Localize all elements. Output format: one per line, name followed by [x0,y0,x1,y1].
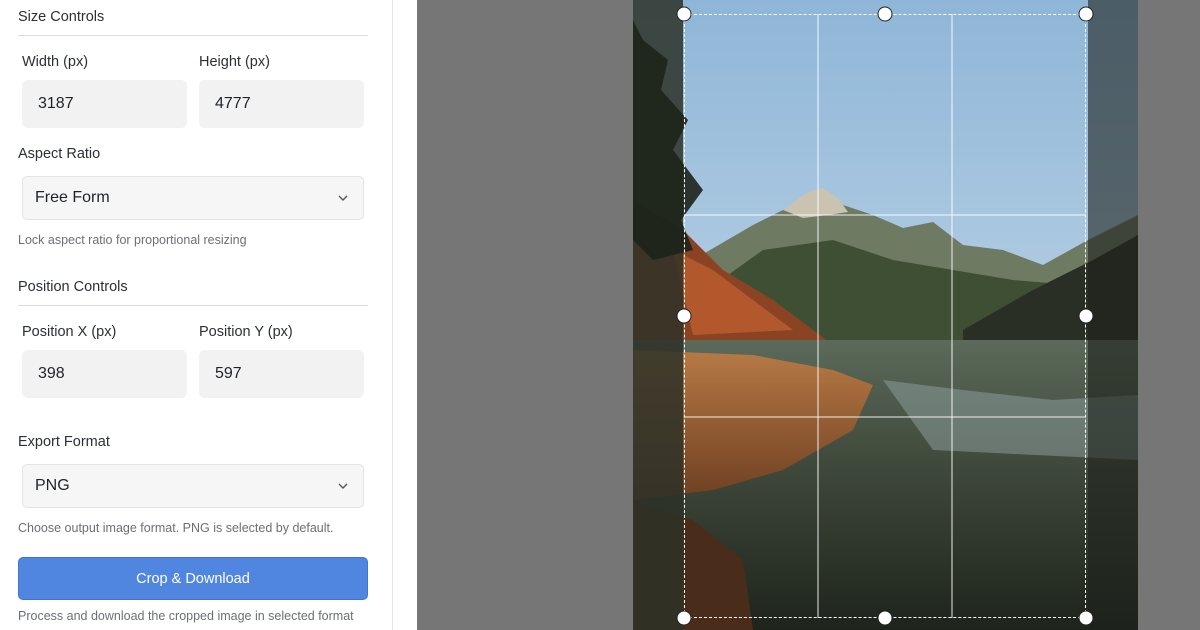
control-panel: Size Controls Width (px) Height (px) Asp… [0,0,393,630]
aspect-ratio-label: Aspect Ratio [18,146,101,162]
height-input[interactable] [199,80,364,128]
crop-selection[interactable] [683,13,1086,618]
divider [18,35,368,36]
divider [18,305,368,306]
chevron-down-icon [338,483,348,489]
crop-handle-bottom-right[interactable] [1078,610,1094,626]
position-x-input[interactable] [22,350,187,398]
crop-download-button[interactable]: Crop & Download [18,557,368,600]
height-label: Height (px) [199,54,270,70]
aspect-ratio-help: Lock aspect ratio for proportional resiz… [18,233,247,247]
crop-handle-right[interactable] [1078,308,1094,324]
image-canvas [417,0,1200,630]
crop-handle-bottom[interactable] [877,610,893,626]
export-format-help: Choose output image format. PNG is selec… [18,521,334,535]
crop-handle-top-right[interactable] [1078,6,1094,22]
position-y-label: Position Y (px) [199,324,293,340]
aspect-ratio-selected: Free Form [35,189,110,206]
position-controls-title: Position Controls [18,279,128,295]
chevron-down-icon [338,195,348,201]
crop-handle-top[interactable] [877,6,893,22]
position-x-label: Position X (px) [22,324,117,340]
width-label: Width (px) [22,54,89,70]
position-y-input[interactable] [199,350,364,398]
crop-download-help: Process and download the cropped image i… [18,609,354,623]
export-format-label: Export Format [18,434,110,450]
export-format-selected: PNG [35,477,70,494]
aspect-ratio-select[interactable]: Free Form [22,176,364,220]
crop-handle-left[interactable] [676,308,692,324]
size-controls-title: Size Controls [18,9,105,25]
width-input[interactable] [22,80,187,128]
rule-of-thirds-grid [683,13,1086,618]
crop-handle-bottom-left[interactable] [676,610,692,626]
crop-handle-top-left[interactable] [676,6,692,22]
export-format-select[interactable]: PNG [22,464,364,508]
